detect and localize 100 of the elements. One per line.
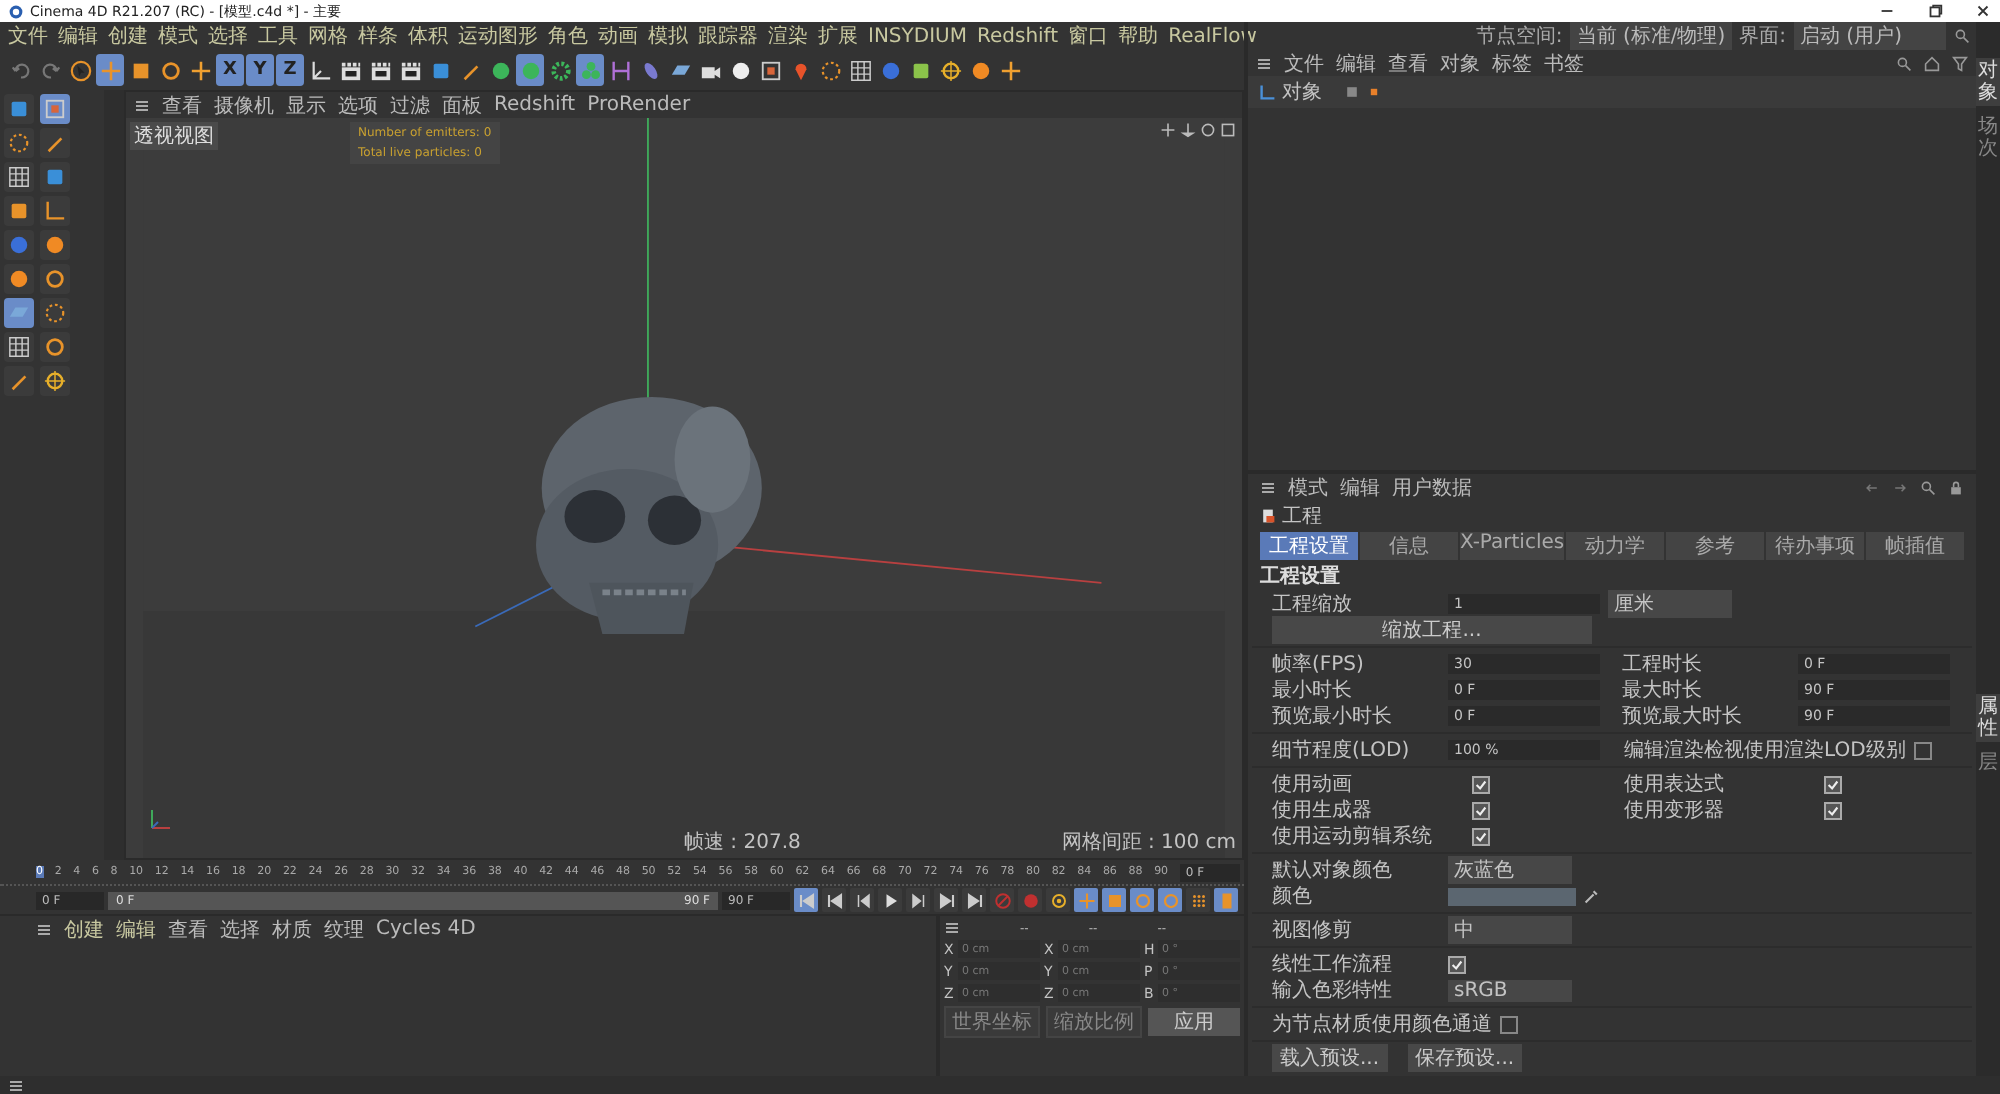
grid-icon[interactable] — [4, 162, 34, 192]
object-color-dropdown[interactable]: 灰蓝色 — [1448, 856, 1572, 884]
menu-item[interactable]: 模式 — [158, 22, 198, 50]
menu-item[interactable]: 选择 — [208, 22, 248, 50]
menu-item[interactable]: INSYDIUM — [868, 25, 967, 47]
menu-item[interactable]: 模拟 — [648, 22, 688, 50]
menu-item[interactable]: 材质 — [272, 915, 312, 943]
menu-item[interactable]: 对象 — [1440, 49, 1480, 77]
pen-icon[interactable] — [40, 128, 70, 158]
menu-item[interactable]: 动画 — [598, 22, 638, 50]
grid-icon[interactable] — [4, 332, 34, 362]
menu-item[interactable]: 创建 — [64, 915, 104, 943]
menu-item[interactable]: 创建 — [108, 22, 148, 50]
checkbox[interactable] — [1472, 775, 1490, 793]
pen-icon[interactable] — [4, 366, 34, 396]
checkbox[interactable] — [1500, 1015, 1518, 1033]
menu-item[interactable]: 帮助 — [1118, 22, 1159, 50]
menu-icon[interactable] — [134, 97, 150, 113]
menu-item[interactable]: 书签 — [1544, 49, 1584, 77]
menu-item[interactable]: 运动图形 — [458, 22, 538, 50]
tab[interactable]: 工程设置 — [1260, 532, 1358, 560]
tab[interactable]: 帧插值 — [1866, 532, 1965, 560]
object-name[interactable]: 对象 — [1282, 78, 1322, 106]
menu-icon[interactable] — [8, 1077, 24, 1093]
checkbox[interactable] — [1472, 801, 1490, 819]
preset-button[interactable]: 载入预设... — [1272, 1044, 1388, 1072]
cube-icon[interactable] — [40, 162, 70, 192]
menu-item[interactable]: 用户数据 — [1392, 473, 1472, 501]
menu-item[interactable]: 样条 — [358, 22, 398, 50]
tab[interactable]: X-Particles — [1459, 532, 1565, 560]
menu-item[interactable]: 查看 — [168, 915, 208, 943]
zoom-view-icon[interactable] — [1180, 122, 1196, 138]
forward-arrow-icon[interactable] — [1892, 479, 1908, 495]
skip-end-icon[interactable] — [962, 888, 986, 912]
menu-item[interactable]: 渲染 — [768, 22, 808, 50]
target-icon[interactable] — [40, 366, 70, 396]
menu-item[interactable]: 面板 — [442, 91, 482, 119]
back-arrow-icon[interactable] — [1864, 479, 1880, 495]
tab[interactable]: 参考 — [1666, 532, 1765, 560]
interface-dropdown[interactable]: 启动 (用户) — [1794, 22, 1946, 50]
menu-item[interactable]: 跟踪器 — [698, 22, 758, 50]
menu-item[interactable]: 查看 — [162, 91, 202, 119]
menu-item[interactable]: 角色 — [548, 22, 588, 50]
axis-lock-button[interactable]: Z — [276, 54, 304, 86]
menu-item[interactable]: 选项 — [338, 91, 378, 119]
menu-item[interactable]: 工具 — [258, 22, 298, 50]
unit-dropdown[interactable]: 厘米 — [1608, 590, 1732, 618]
menu-item[interactable]: ProRender — [587, 94, 691, 116]
dashed-circle-icon[interactable] — [40, 298, 70, 328]
checkbox[interactable] — [1913, 741, 1932, 759]
color-swatch[interactable] — [1448, 887, 1576, 905]
node-space-dropdown[interactable]: 当前 (标准/物理) — [1570, 22, 1732, 50]
color-profile-dropdown[interactable]: sRGB — [1448, 979, 1572, 1001]
menu-item[interactable]: 扩展 — [818, 22, 858, 50]
menu-item[interactable]: 纹理 — [324, 915, 364, 943]
cube-icon[interactable] — [4, 94, 34, 124]
menu-item[interactable]: 选择 — [220, 915, 260, 943]
close-icon[interactable] — [1974, 2, 1992, 20]
dashed-circle-icon[interactable] — [4, 128, 34, 158]
side-tab[interactable]: 场次 — [1976, 114, 2000, 162]
menu-item[interactable]: 窗口 — [1068, 22, 1109, 50]
scale-project-button[interactable]: 缩放工程... — [1272, 616, 1592, 644]
tab[interactable]: 信息 — [1359, 532, 1458, 560]
checkbox[interactable] — [1824, 801, 1842, 819]
menu-icon[interactable] — [1260, 479, 1276, 495]
skip-start-icon[interactable] — [794, 888, 818, 912]
menu-item[interactable]: 文件 — [1284, 49, 1324, 77]
search-icon[interactable] — [1954, 28, 1970, 44]
menu-item[interactable]: 编辑 — [116, 915, 156, 943]
axis-lock-button[interactable]: Y — [246, 54, 274, 86]
menu-icon[interactable] — [944, 920, 960, 936]
tab[interactable]: 待办事项 — [1766, 532, 1865, 560]
restore-icon[interactable] — [1926, 2, 1944, 20]
disc-icon[interactable] — [40, 230, 70, 260]
rotate-icon[interactable] — [40, 332, 70, 362]
menu-item[interactable]: 显示 — [286, 91, 326, 119]
target-icon[interactable] — [1046, 888, 1070, 912]
disc-icon[interactable] — [4, 264, 34, 294]
checkbox[interactable] — [1472, 827, 1490, 845]
menu-item[interactable]: 摄像机 — [214, 91, 274, 119]
home-icon[interactable] — [1924, 55, 1940, 71]
move-view-icon[interactable] — [1160, 122, 1176, 138]
menu-item[interactable]: 编辑 — [1340, 473, 1380, 501]
menu-item[interactable]: 模式 — [1288, 473, 1328, 501]
axis-lock-button[interactable]: X — [216, 54, 244, 86]
menu-item[interactable]: 文件 — [8, 22, 48, 50]
preset-button[interactable]: 保存预设... — [1407, 1044, 1523, 1072]
menu-item[interactable]: 编辑 — [1336, 49, 1376, 77]
tab[interactable]: 动力学 — [1566, 532, 1665, 560]
menu-item[interactable]: 过滤 — [390, 91, 430, 119]
checkbox[interactable] — [1448, 955, 1466, 973]
side-tab[interactable]: 对象 — [1976, 58, 2000, 106]
menu-item[interactable]: Cycles 4D — [376, 918, 476, 940]
side-tab[interactable]: 层 — [1976, 750, 2000, 776]
menu-item[interactable]: Redshift — [976, 25, 1059, 47]
rotate-view-icon[interactable] — [1200, 122, 1216, 138]
play-icon[interactable] — [878, 888, 902, 912]
menu-item[interactable]: 网格 — [308, 22, 348, 50]
menu-item[interactable]: Redshift — [494, 94, 576, 116]
apply-button[interactable]: 应用 — [1148, 1008, 1240, 1036]
